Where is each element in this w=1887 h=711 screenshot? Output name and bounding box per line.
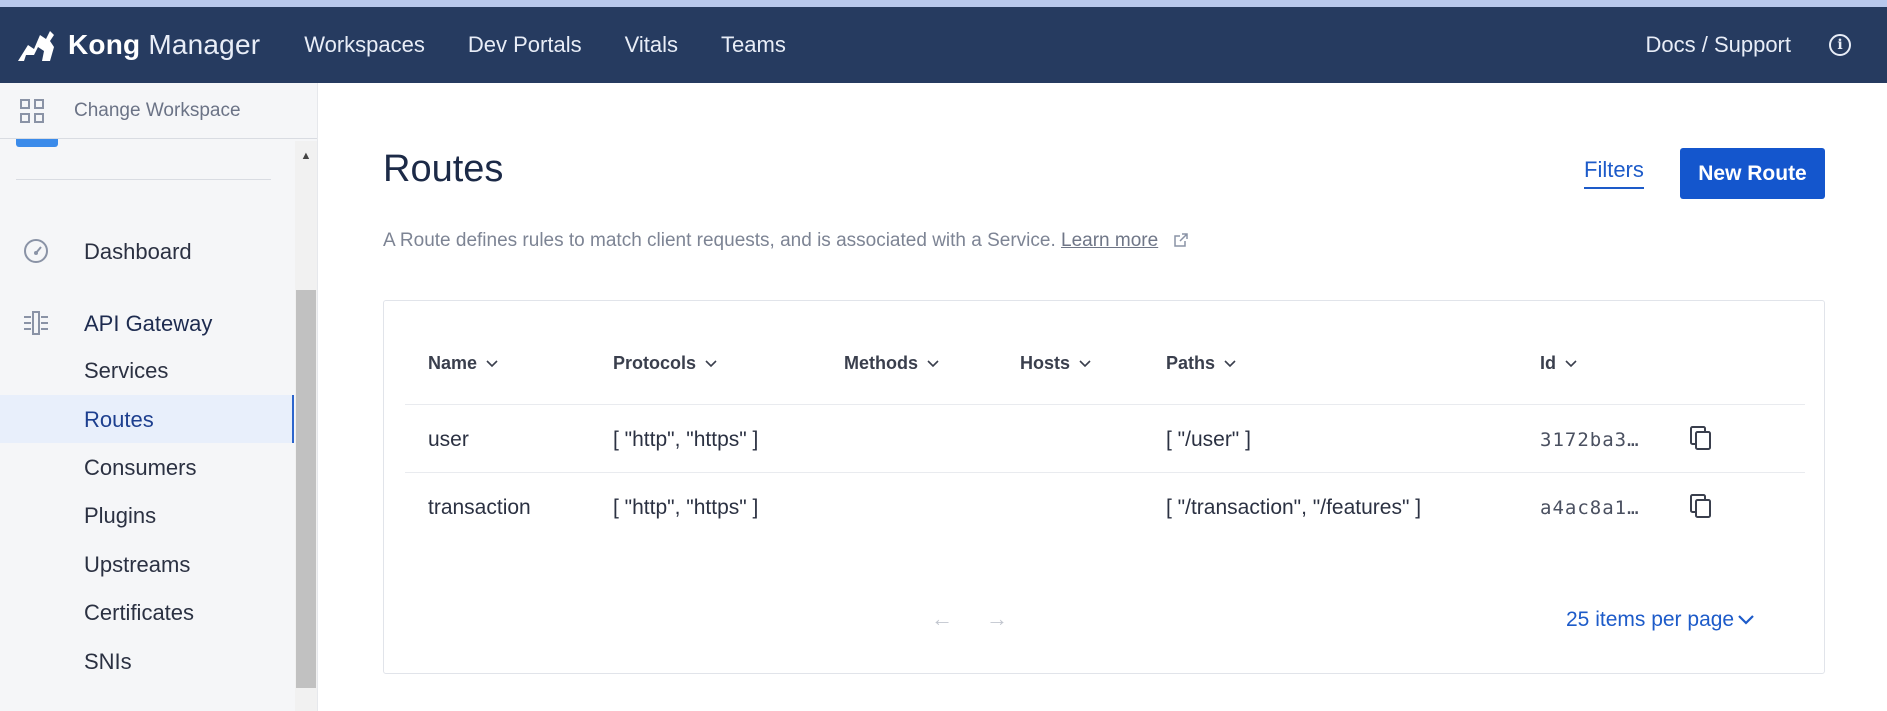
column-header-protocols[interactable]: Protocols: [613, 353, 717, 374]
column-header-paths[interactable]: Paths: [1166, 353, 1236, 374]
docs-support-link[interactable]: Docs / Support: [1645, 32, 1791, 58]
workspace-badge[interactable]: [16, 139, 58, 147]
column-label-name: Name: [428, 353, 478, 373]
sidebar-item-services[interactable]: Services: [0, 348, 294, 392]
column-label-id: Id: [1540, 353, 1556, 373]
sidebar-item-snis[interactable]: SNIs: [0, 639, 294, 683]
main-nav: Workspaces Dev Portals Vitals Teams: [304, 32, 829, 58]
cell-protocols: [ "http", "https" ]: [613, 428, 759, 451]
cell-name[interactable]: user: [428, 428, 469, 452]
table-row-divider: [405, 472, 1805, 473]
new-route-button[interactable]: New Route: [1680, 148, 1825, 199]
description-text: A Route defines rules to match client re…: [383, 230, 1056, 251]
scrollbar-thumb[interactable]: [296, 290, 316, 688]
routes-table-card: Name Protocols Methods Hosts Paths Id us…: [383, 300, 1825, 674]
page-description: A Route defines rules to match client re…: [383, 230, 1189, 252]
sidebar-scrollbar[interactable]: ▲: [295, 141, 317, 711]
gauge-icon: [24, 239, 48, 263]
page-title: Routes: [383, 148, 504, 190]
cell-paths: [ "/transaction", "/features" ]: [1166, 496, 1422, 519]
copy-icon[interactable]: [1689, 425, 1713, 451]
chevron-down-icon: [1079, 359, 1091, 367]
nav-right: Docs / Support i: [1645, 32, 1887, 58]
sidebar-label-certificates: Certificates: [84, 600, 195, 625]
learn-more-link[interactable]: Learn more: [1061, 230, 1158, 251]
sidebar-label-snis: SNIs: [84, 649, 132, 674]
nav-dev-portals[interactable]: Dev Portals: [468, 32, 582, 58]
chevron-down-icon: [1224, 359, 1236, 367]
column-header-id[interactable]: Id: [1540, 353, 1577, 374]
chevron-down-icon: [1738, 615, 1754, 625]
sidebar-item-plugins[interactable]: Plugins: [0, 493, 294, 537]
top-navbar: Kong Manager Workspaces Dev Portals Vita…: [0, 7, 1887, 83]
column-label-methods: Methods: [844, 353, 918, 373]
sidebar-item-consumers[interactable]: Consumers: [0, 445, 294, 489]
column-label-hosts: Hosts: [1020, 353, 1071, 373]
chevron-down-icon: [927, 359, 939, 367]
chevron-down-icon: [1565, 359, 1577, 367]
sidebar-group-api-gateway[interactable]: API Gateway: [0, 301, 294, 345]
brand-name-light: Manager: [148, 29, 261, 60]
sidebar-label-plugins: Plugins: [84, 503, 157, 528]
sidebar-item-upstreams[interactable]: Upstreams: [0, 542, 294, 586]
prev-page-arrow-icon[interactable]: ←: [931, 606, 953, 632]
column-header-methods[interactable]: Methods: [844, 353, 939, 374]
chevron-down-icon: [486, 359, 498, 367]
filters-button[interactable]: Filters: [1584, 157, 1644, 189]
cell-id: a4ac8a1…: [1540, 497, 1640, 519]
sidebar-item-certificates[interactable]: Certificates: [0, 590, 294, 634]
cell-protocols: [ "http", "https" ]: [613, 496, 759, 519]
cell-name[interactable]: transaction: [428, 496, 531, 520]
column-header-name[interactable]: Name: [428, 353, 498, 374]
next-page-arrow-icon[interactable]: →: [986, 606, 1008, 632]
info-icon[interactable]: i: [1829, 34, 1851, 56]
sidebar-item-routes[interactable]: Routes: [0, 395, 294, 443]
kong-logo-icon: [18, 31, 54, 61]
items-per-page-label: 25 items per page: [1566, 608, 1735, 631]
nav-teams[interactable]: Teams: [721, 32, 786, 58]
cell-id: 3172ba3…: [1540, 429, 1640, 451]
copy-icon[interactable]: [1689, 493, 1713, 519]
column-label-protocols: Protocols: [613, 353, 697, 373]
window-top-strip: [0, 0, 1887, 7]
chevron-down-icon: [705, 359, 717, 367]
workspace-grid-icon: [20, 98, 44, 123]
table-header-divider: [405, 404, 1805, 405]
gateway-icon: [24, 311, 48, 335]
sidebar-divider: [16, 179, 271, 180]
brand-name: Kong Manager: [68, 29, 260, 61]
brand-name-bold: Kong: [68, 29, 141, 60]
sidebar-label-upstreams: Upstreams: [84, 552, 191, 577]
external-link-icon[interactable]: [1173, 232, 1189, 248]
sidebar-label-consumers: Consumers: [84, 455, 197, 480]
sidebar: Change Workspace Dashboard API Gateway S…: [0, 83, 318, 711]
items-per-page-select[interactable]: 25 items per page: [1566, 608, 1754, 632]
change-workspace-button[interactable]: Change Workspace: [0, 83, 317, 139]
sidebar-item-dashboard[interactable]: Dashboard: [0, 229, 294, 273]
sidebar-label-dashboard: Dashboard: [84, 239, 192, 264]
column-header-hosts[interactable]: Hosts: [1020, 353, 1091, 374]
sidebar-label-services: Services: [84, 358, 169, 383]
sidebar-label-routes: Routes: [84, 407, 154, 432]
brand-logo[interactable]: Kong Manager: [16, 27, 260, 63]
column-label-paths: Paths: [1166, 353, 1216, 373]
change-workspace-label: Change Workspace: [74, 99, 241, 121]
cell-paths: [ "/user" ]: [1166, 428, 1251, 451]
nav-vitals[interactable]: Vitals: [625, 32, 678, 58]
sidebar-label-api-gateway: API Gateway: [84, 311, 213, 336]
nav-workspaces[interactable]: Workspaces: [304, 32, 425, 58]
scroll-up-arrow-icon[interactable]: ▲: [295, 147, 317, 165]
